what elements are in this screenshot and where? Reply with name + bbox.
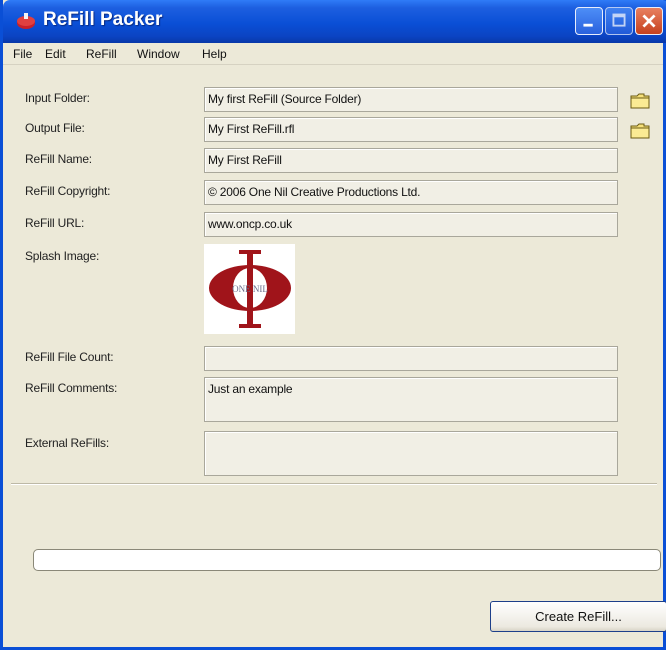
app-window: ReFill Packer File Edit ReFill Window He… xyxy=(0,0,666,650)
output-file-label: Output File: xyxy=(25,121,85,135)
logo-text: ONE NIL xyxy=(232,284,268,294)
close-icon xyxy=(642,14,656,28)
separator xyxy=(11,483,657,485)
window-title: ReFill Packer xyxy=(43,9,163,30)
input-folder-label: Input Folder: xyxy=(25,91,90,105)
folder-icon[interactable] xyxy=(630,92,650,109)
output-file-field[interactable]: My First ReFill.rfl xyxy=(204,117,618,142)
refill-copyright-label: ReFill Copyright: xyxy=(25,184,111,198)
maximize-icon xyxy=(612,13,626,27)
refill-app-icon xyxy=(17,13,35,29)
progress-bar xyxy=(33,549,661,571)
splash-image-preview[interactable]: ONE NIL xyxy=(204,244,295,334)
input-folder-field[interactable]: My first ReFill (Source Folder) xyxy=(204,87,618,112)
menu-bar: File Edit ReFill Window Help xyxy=(3,43,663,65)
refill-name-field[interactable]: My First ReFill xyxy=(204,148,618,173)
splash-image-label: Splash Image: xyxy=(25,249,100,263)
menu-refill[interactable]: ReFill xyxy=(86,47,117,61)
refill-url-label: ReFill URL: xyxy=(25,216,85,230)
folder-icon[interactable] xyxy=(630,122,650,139)
menu-help[interactable]: Help xyxy=(202,47,227,61)
refill-file-count-field xyxy=(204,346,618,371)
one-nil-logo: ONE NIL xyxy=(209,250,291,328)
create-refill-button[interactable]: Create ReFill... xyxy=(490,601,666,632)
refill-file-count-label: ReFill File Count: xyxy=(25,350,114,364)
external-refills-label: External ReFills: xyxy=(25,436,109,450)
refill-comments-label: ReFill Comments: xyxy=(25,381,118,395)
minimize-button[interactable] xyxy=(575,7,603,35)
minimize-icon xyxy=(583,23,593,27)
close-button[interactable] xyxy=(635,7,663,35)
maximize-button[interactable] xyxy=(605,7,633,35)
refill-url-field[interactable]: www.oncp.co.uk xyxy=(204,212,618,237)
refill-copyright-field[interactable]: © 2006 One Nil Creative Productions Ltd. xyxy=(204,180,618,205)
menu-edit[interactable]: Edit xyxy=(45,47,66,61)
menu-file[interactable]: File xyxy=(13,47,32,61)
refill-name-label: ReFill Name: xyxy=(25,152,92,166)
title-bar[interactable]: ReFill Packer xyxy=(3,0,666,43)
menu-window[interactable]: Window xyxy=(137,47,180,61)
refill-comments-field[interactable]: Just an example xyxy=(204,377,618,422)
external-refills-field[interactable] xyxy=(204,431,618,476)
